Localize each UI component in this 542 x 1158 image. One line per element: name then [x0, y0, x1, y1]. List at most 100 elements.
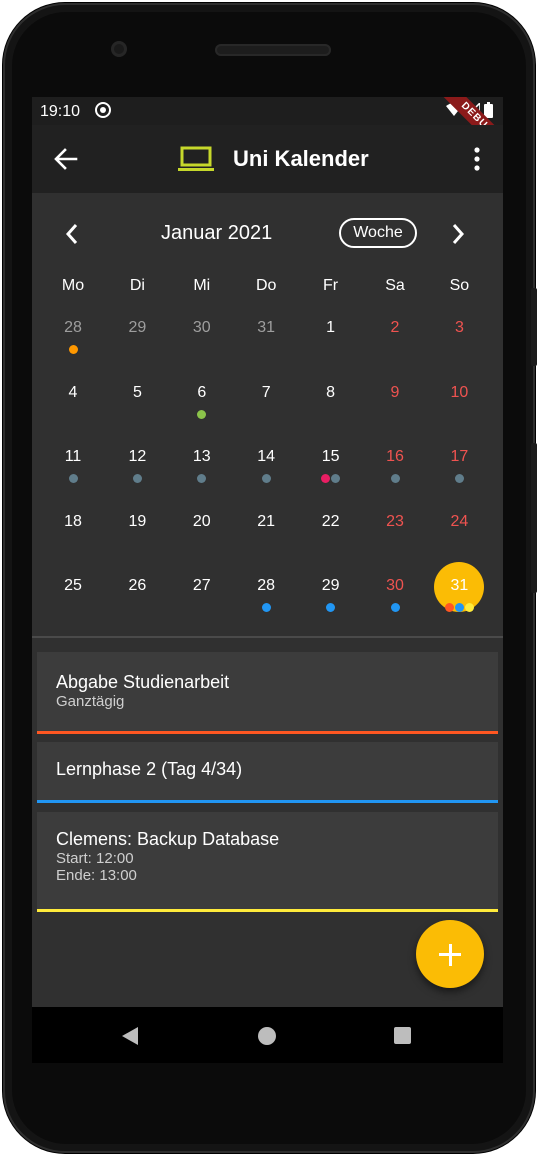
day-cell[interactable]: 7 [234, 384, 298, 402]
power-button [531, 288, 537, 366]
day-cell[interactable]: 2 [363, 319, 427, 337]
status-bar: 19:10 DEBUG [32, 97, 503, 168]
calendar-divider [32, 636, 503, 638]
event-markers [363, 474, 427, 484]
weekday-label: Do [255, 277, 277, 294]
event-card[interactable]: Abgabe Studienarbeit Ganztägig [37, 652, 498, 734]
event-title: Lernphase 2 (Tag 4/34) [56, 759, 243, 779]
event-detail: Ganztägig [56, 693, 125, 710]
day-cell[interactable]: 4 [41, 384, 105, 402]
event-card[interactable]: Lernphase 2 (Tag 4/34) [37, 742, 498, 803]
day-cell[interactable]: 21 [234, 513, 298, 531]
day-cell[interactable]: 13 [170, 448, 234, 466]
day-cell[interactable]: 3 [427, 319, 491, 337]
event-markers [234, 474, 298, 484]
day-cell[interactable]: 22 [299, 513, 363, 531]
day-cell[interactable]: 29 [105, 319, 169, 337]
calendar: Januar 2021 Woche Mo Di Mi Do Fr Sa So 28 29 30 3… [32, 193, 503, 636]
chevron-left-icon[interactable] [64, 223, 80, 245]
day-number: 20 [192, 512, 211, 530]
weekday-label: Mi [193, 277, 211, 294]
day-number: 13 [192, 448, 211, 466]
day-number: 8 [326, 383, 336, 401]
day-cell[interactable]: 15 [299, 448, 363, 466]
weekday-label: Di [129, 277, 145, 294]
nav-recents-icon[interactable] [394, 1027, 411, 1044]
day-cell-today[interactable]: 31 [427, 577, 491, 595]
front-camera [111, 41, 127, 57]
event-marker-dot [331, 474, 341, 484]
day-cell[interactable]: 30 [363, 577, 427, 595]
day-cell[interactable]: 1 [299, 319, 363, 337]
nav-back-icon[interactable] [122, 1027, 138, 1045]
day-cell[interactable]: 6 [170, 384, 234, 402]
day-cell[interactable]: 20 [170, 513, 234, 531]
event-marker-dot [454, 603, 464, 613]
day-number: 9 [390, 383, 400, 401]
calendar-header: Januar 2021 Woche [32, 217, 503, 251]
event-markers [427, 474, 491, 484]
day-cell[interactable]: 11 [41, 448, 105, 466]
chevron-right-icon[interactable] [450, 223, 466, 245]
weekday-label: Fr [323, 277, 339, 294]
event-marker-dot [68, 345, 78, 354]
day-cell[interactable]: 28 [41, 319, 105, 337]
earpiece-speaker [215, 44, 331, 56]
app-title: Uni Kalender [233, 146, 369, 171]
event-color-bar [37, 800, 498, 803]
app-screen: 19:10 DEBUG Uni Kalender Januar 2021 Woc… [32, 97, 503, 1007]
day-number: 27 [192, 577, 211, 595]
day-cell[interactable]: 26 [105, 577, 169, 595]
day-number: 29 [128, 319, 147, 336]
day-number: 23 [386, 512, 404, 530]
event-marker-dot [261, 603, 271, 613]
event-card[interactable]: Clemens: Backup Database Start: 12:00 En… [37, 812, 498, 912]
day-cell[interactable]: 8 [299, 384, 363, 402]
day-cell[interactable]: 29 [299, 577, 363, 595]
more-vert-icon[interactable] [473, 147, 481, 171]
event-markers [363, 603, 427, 613]
back-arrow-icon[interactable] [52, 145, 80, 173]
day-cell[interactable]: 17 [427, 448, 491, 466]
day-cell[interactable]: 28 [234, 577, 298, 595]
nav-home-icon[interactable] [258, 1027, 276, 1045]
day-cell[interactable]: 30 [170, 319, 234, 337]
day-number: 11 [64, 448, 82, 466]
event-markers [234, 603, 298, 613]
day-number: 28 [64, 319, 82, 336]
day-number: 29 [321, 577, 340, 595]
event-marker-dot [390, 603, 400, 613]
event-marker-dot [454, 474, 464, 484]
day-cell[interactable]: 5 [105, 384, 169, 402]
day-cell[interactable]: 24 [427, 513, 491, 531]
day-cell[interactable]: 31 [234, 319, 298, 337]
weekday-label: Sa [385, 277, 405, 294]
day-number: 10 [450, 383, 469, 401]
day-cell[interactable]: 23 [363, 513, 427, 531]
status-time: 19:10 [40, 103, 81, 120]
event-markers [299, 603, 363, 613]
day-cell[interactable]: 14 [234, 448, 298, 466]
day-cell[interactable]: 16 [363, 448, 427, 466]
event-marker-dot [390, 474, 400, 484]
month-label: Januar 2021 [161, 222, 273, 244]
event-title: Abgabe Studienarbeit [56, 672, 230, 692]
day-number: 17 [450, 448, 469, 466]
day-number: 30 [192, 319, 211, 336]
day-number: 12 [128, 448, 147, 466]
format-toggle-button[interactable]: Woche [339, 218, 417, 248]
event-color-bar [37, 909, 498, 912]
event-markers [427, 603, 491, 613]
event-marker-dot [197, 474, 207, 484]
day-number: 2 [390, 319, 400, 336]
day-cell[interactable]: 18 [41, 513, 105, 531]
day-cell[interactable]: 19 [105, 513, 169, 531]
app-title-group: Uni Kalender [177, 143, 369, 175]
add-event-fab[interactable] [416, 920, 484, 988]
day-cell[interactable]: 25 [41, 577, 105, 595]
day-cell[interactable]: 12 [105, 448, 169, 466]
event-marker-dot [132, 474, 142, 484]
day-cell[interactable]: 9 [363, 384, 427, 402]
day-cell[interactable]: 27 [170, 577, 234, 595]
day-cell[interactable]: 10 [427, 384, 491, 402]
